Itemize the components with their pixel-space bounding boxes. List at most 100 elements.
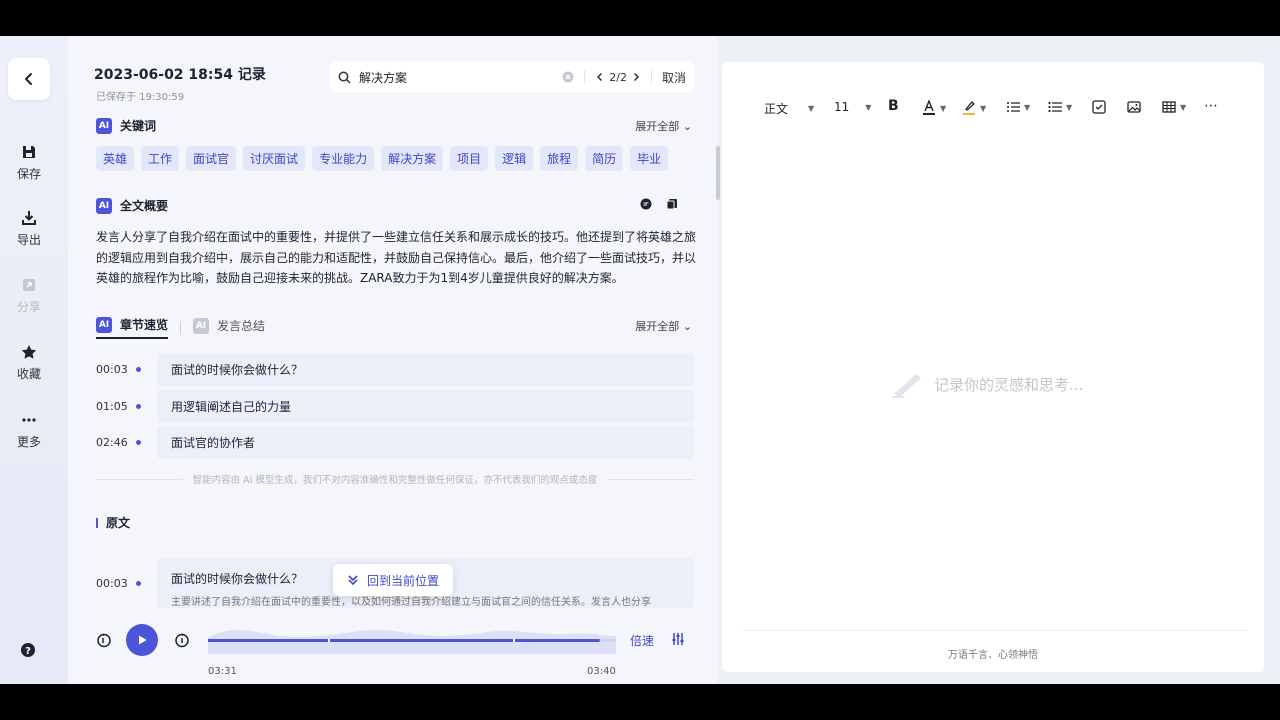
original-header: 原文	[96, 514, 130, 531]
share-button[interactable]: 分享	[0, 277, 58, 315]
forward-icon[interactable]	[174, 632, 190, 648]
chevron-down-icon: ▼	[940, 103, 947, 113]
divider	[96, 478, 183, 480]
keyword-tag[interactable]: 旅程	[540, 146, 579, 171]
equalizer-icon[interactable]	[671, 632, 685, 646]
chevron-right-icon[interactable]	[631, 72, 641, 82]
editor-placeholder[interactable]: 记录你的灵感和思考...	[890, 370, 1083, 398]
save-button[interactable]: 保存	[0, 144, 58, 182]
chapter-time[interactable]: 01:05	[96, 400, 132, 413]
search-icon	[338, 71, 351, 84]
chapter-title[interactable]: 面试的时候你会做什么？	[157, 353, 694, 386]
waveform[interactable]	[208, 624, 616, 654]
paragraph-style-select[interactable]: 正文 ▼	[764, 100, 814, 117]
expand-label: 展开全部	[635, 120, 680, 133]
expand-label: 展开全部	[635, 320, 680, 333]
timeline-dot	[136, 580, 141, 586]
search-input[interactable]: 解决方案	[359, 69, 562, 86]
timeline-dot	[136, 403, 141, 409]
chapters-expand-button[interactable]: 展开全部 ⌄	[635, 318, 692, 334]
chevron-down-icon: ▼	[1024, 102, 1031, 112]
copy-icon[interactable]	[666, 198, 678, 210]
search-bar[interactable]: 解决方案 2/2 取消	[330, 62, 694, 92]
speed-button[interactable]: 倍速	[630, 632, 654, 649]
paragraph-style-value: 正文	[764, 102, 789, 116]
bold-button[interactable]: B	[888, 98, 899, 114]
clear-icon[interactable]	[562, 71, 574, 83]
chapter-time[interactable]: 00:03	[96, 363, 132, 376]
editor-footer: 万语千言、心领神悟	[948, 650, 1038, 661]
text-color-button[interactable]: ▼	[922, 100, 946, 116]
comment-icon[interactable]	[640, 198, 652, 210]
insert-table-button[interactable]: ▼	[1162, 100, 1186, 114]
timeline-dot	[136, 440, 141, 445]
play-button[interactable]	[126, 624, 158, 656]
transcript-panel: 2023-06-02 18:54 记录 已保存于 19:30:59 解决方案 2…	[68, 36, 718, 684]
chapter-item[interactable]: 02:46 面试官的协作者	[96, 426, 694, 459]
checklist-button[interactable]	[1092, 100, 1106, 114]
more-tools-button[interactable]: ⋯	[1204, 98, 1218, 114]
bullet-list-button[interactable]: ▼	[1048, 100, 1072, 114]
tab-speaker-summary-label: 发言总结	[217, 319, 266, 333]
back-to-current-label: 回到当前位置	[367, 573, 440, 588]
divider	[584, 70, 586, 84]
ordered-list-icon	[1007, 102, 1020, 112]
keyword-tag[interactable]: 英雄	[96, 146, 135, 171]
keyword-tag[interactable]: 简历	[585, 146, 624, 171]
help-button[interactable]: ?	[20, 642, 36, 662]
original-title: 原文	[106, 516, 131, 530]
keywords-expand-button[interactable]: 展开全部 ⌄	[635, 118, 692, 134]
chevron-left-icon	[25, 73, 32, 85]
favorite-label: 收藏	[16, 367, 41, 381]
back-button[interactable]	[8, 58, 50, 100]
editor-toolbar: 正文 ▼ 11 ▼ B ▼ ▼ ▼ ▼ ▼ ⋯	[722, 96, 1264, 122]
back-to-current-button[interactable]: 回到当前位置	[333, 564, 454, 596]
share-label: 分享	[16, 300, 41, 314]
keyword-tag[interactable]: 面试官	[186, 146, 237, 171]
chapter-tabs: AI 章节速览 AI 发言总结	[96, 316, 265, 339]
text-color-icon	[923, 100, 935, 115]
tab-speaker-summary[interactable]: AI 发言总结	[193, 317, 265, 338]
more-icon: ⋯	[1204, 98, 1218, 114]
image-icon	[1127, 101, 1141, 113]
share-icon	[23, 279, 35, 291]
tab-chapters-label: 章节速览	[120, 318, 169, 332]
rewind-icon[interactable]	[96, 632, 112, 648]
chapter-item[interactable]: 00:03 面试的时候你会做什么？	[96, 353, 694, 386]
chapter-item[interactable]: 01:05 用逻辑阐述自己的力量	[96, 389, 694, 423]
keyword-tag[interactable]: 讨厌面试	[243, 146, 306, 171]
keyword-tag[interactable]: 逻辑	[495, 146, 534, 171]
export-button[interactable]: 导出	[0, 210, 58, 248]
font-size-select[interactable]: 11 ▼	[834, 100, 871, 114]
keywords-title: 关键词	[120, 119, 157, 133]
chapter-time[interactable]: 02:46	[96, 436, 132, 449]
favorite-button[interactable]: 收藏	[0, 344, 58, 382]
scrollbar[interactable]	[716, 146, 720, 200]
search-cancel-button[interactable]: 取消	[662, 69, 686, 86]
chevron-left-icon[interactable]	[595, 72, 605, 82]
chapter-title[interactable]: 用逻辑阐述自己的力量	[157, 389, 694, 423]
chapter-title[interactable]: 面试官的协作者	[157, 426, 694, 459]
keyword-tag[interactable]: 解决方案	[381, 146, 444, 171]
chevron-down-icon: ▼	[980, 103, 987, 113]
ordered-list-button[interactable]: ▼	[1006, 100, 1030, 114]
keyword-tag[interactable]: 毕业	[630, 146, 669, 171]
divider	[180, 320, 182, 335]
keyword-tag[interactable]: 项目	[450, 146, 489, 171]
more-button[interactable]: 更多	[0, 412, 58, 450]
bold-icon: B	[888, 98, 899, 114]
chevron-down-icon: ▼	[1180, 102, 1187, 112]
ai-icon: AI	[96, 117, 112, 134]
paragraph-time[interactable]: 00:03	[96, 577, 132, 590]
highlight-button[interactable]: ▼	[962, 100, 986, 116]
keyword-tag[interactable]: 专业能力	[312, 146, 375, 171]
placeholder-text: 记录你的灵感和思考...	[934, 375, 1084, 394]
tab-chapters[interactable]: AI 章节速览	[96, 316, 169, 339]
table-icon	[1162, 101, 1176, 113]
more-label: 更多	[16, 435, 41, 449]
save-label: 保存	[16, 167, 41, 181]
keyword-tag[interactable]: 工作	[141, 146, 180, 171]
insert-image-button[interactable]	[1127, 100, 1141, 114]
double-chevron-down-icon	[348, 575, 358, 586]
help-icon: ?	[21, 643, 35, 657]
